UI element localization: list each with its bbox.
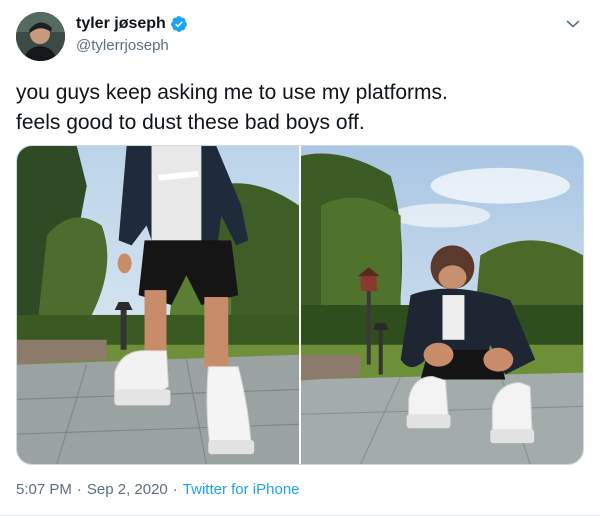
- more-options-chevron-down-icon[interactable]: [564, 15, 582, 33]
- author-name-row: tyler jøseph: [76, 15, 188, 33]
- tweet-text: you guys keep asking me to use my platfo…: [16, 78, 576, 138]
- tweet-date[interactable]: Sep 2, 2020: [87, 481, 168, 498]
- avatar[interactable]: [16, 12, 65, 61]
- tweet-source-link[interactable]: Twitter for iPhone: [183, 481, 300, 498]
- meta-separator: ·: [172, 481, 178, 498]
- verified-badge-icon: [170, 15, 188, 33]
- photo-standing-in-platform-shoes-icon: [17, 146, 299, 464]
- display-name[interactable]: tyler jøseph: [76, 15, 166, 33]
- meta-separator: ·: [76, 481, 82, 498]
- photo-2[interactable]: [301, 146, 583, 464]
- tweet-time[interactable]: 5:07 PM: [16, 481, 72, 498]
- photo-1[interactable]: [17, 146, 299, 464]
- tweet-metadata: 5:07 PM · Sep 2, 2020 · Twitter for iPho…: [16, 481, 300, 498]
- tweet-text-line: you guys keep asking me to use my platfo…: [16, 81, 448, 104]
- tweet-card: tyler jøseph @tylerrjoseph you guys keep…: [0, 0, 600, 516]
- user-handle[interactable]: @tylerrjoseph: [76, 37, 169, 54]
- profile-photo-icon: [16, 12, 65, 61]
- media-grid: [16, 145, 584, 465]
- photo-crouching-tying-platform-shoes-icon: [301, 146, 583, 464]
- tweet-text-line: feels good to dust these bad boys off.: [16, 111, 365, 134]
